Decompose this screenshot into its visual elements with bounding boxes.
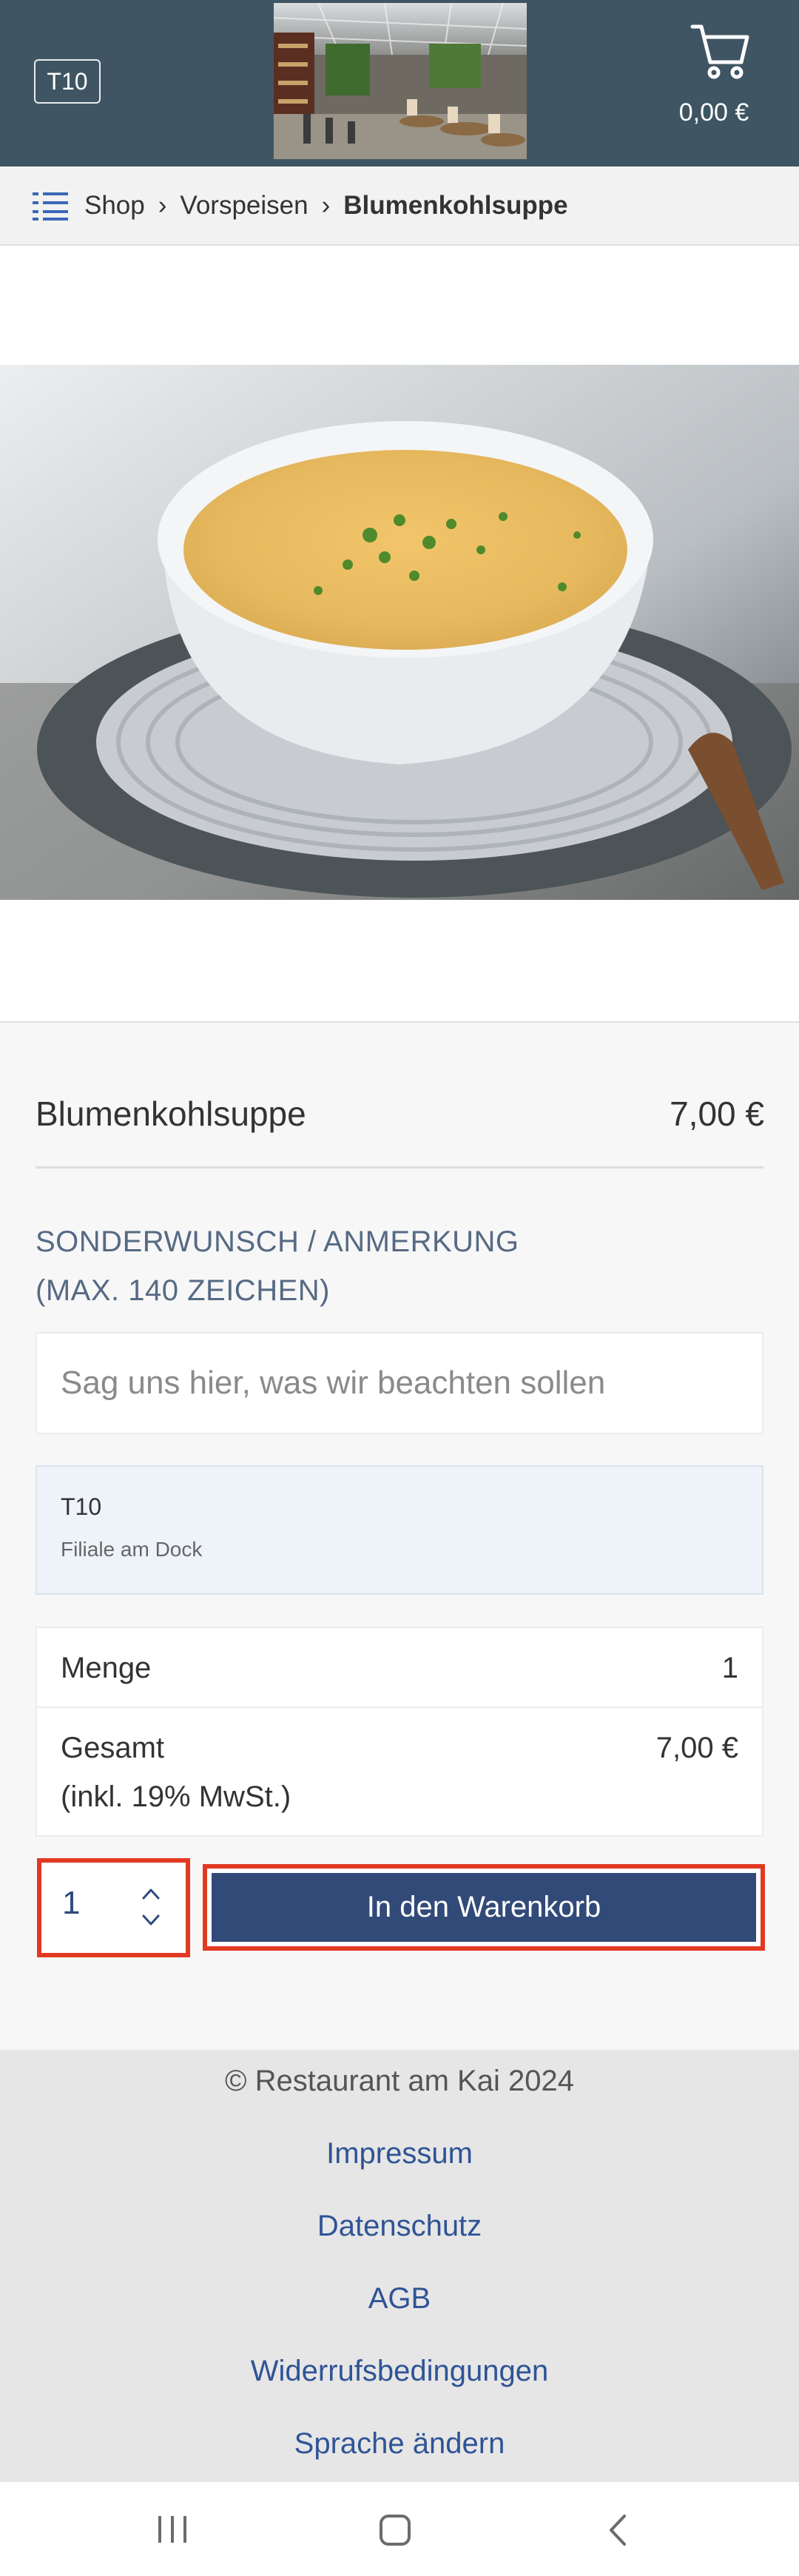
order-summary: Menge 1 Gesamt (inkl. 19% MwSt.) 7,00 € bbox=[36, 1627, 763, 1837]
total-tax-note: (inkl. 19% MwSt.) bbox=[61, 1780, 291, 1813]
branch-table: T10 bbox=[61, 1493, 102, 1520]
add-to-cart-button[interactable]: In den Warenkorb bbox=[203, 1864, 765, 1951]
shopping-cart-icon bbox=[690, 24, 749, 79]
table-badge[interactable]: T10 bbox=[34, 59, 101, 104]
footer-copyright: © Restaurant am Kai 2024 bbox=[225, 2065, 574, 2097]
footer bbox=[0, 2050, 799, 2482]
chevron-up-icon[interactable] bbox=[140, 1885, 162, 1903]
total-value: 7,00 € bbox=[655, 1732, 738, 1764]
note-label-line1: SONDERWUNSCH / ANMERKUNG bbox=[36, 1225, 519, 1258]
note-label: SONDERWUNSCH / ANMERKUNG (MAX. 140 ZEICH… bbox=[36, 1217, 763, 1315]
product-name: Blumenkohlsuppe bbox=[36, 1094, 306, 1133]
list-menu-icon[interactable] bbox=[33, 191, 68, 221]
breadcrumb: Shop › Vorspeisen › Blumenkohlsuppe bbox=[0, 167, 799, 246]
branch-info: T10 Filiale am Dock bbox=[36, 1465, 763, 1595]
breadcrumb-current: Blumenkohlsuppe bbox=[343, 190, 568, 220]
cart-button[interactable]: 0,00 € bbox=[666, 21, 762, 139]
breadcrumb-shop[interactable]: Shop bbox=[84, 191, 145, 221]
quantity-stepper[interactable]: 1 bbox=[37, 1858, 190, 1957]
header-bar: T10 0,00 € bbox=[0, 0, 799, 167]
footer-link-datenschutz[interactable]: Datenschutz bbox=[0, 2210, 799, 2243]
product-price: 7,00 € bbox=[670, 1094, 764, 1133]
system-nav-bar bbox=[0, 2482, 799, 2576]
quantity-label: Menge bbox=[61, 1652, 152, 1684]
footer-link-impressum[interactable]: Impressum bbox=[0, 2137, 799, 2170]
branch-name: Filiale am Dock bbox=[61, 1538, 203, 1561]
divider bbox=[36, 1166, 763, 1168]
special-request-input[interactable] bbox=[36, 1332, 763, 1434]
footer-link-language[interactable]: Sprache ändern bbox=[0, 2427, 799, 2461]
breadcrumb-separator: › bbox=[158, 190, 167, 220]
total-label: Gesamt bbox=[61, 1732, 165, 1764]
footer-link-widerruf[interactable]: Widerrufsbedingungen bbox=[0, 2355, 799, 2388]
quantity-stepper-value[interactable]: 1 bbox=[62, 1885, 80, 1922]
quantity-value: 1 bbox=[721, 1652, 738, 1684]
chevron-down-icon[interactable] bbox=[140, 1911, 162, 1929]
breadcrumb-separator: › bbox=[321, 190, 331, 220]
home-icon[interactable] bbox=[380, 2515, 411, 2546]
cart-total: 0,00 € bbox=[678, 98, 749, 127]
add-to-cart-label: In den Warenkorb bbox=[212, 1873, 756, 1942]
back-icon[interactable] bbox=[607, 2513, 629, 2547]
recent-apps-icon[interactable] bbox=[157, 2516, 188, 2543]
product-image bbox=[0, 365, 799, 900]
quantity-row: Menge 1 bbox=[37, 1628, 762, 1708]
footer-link-agb[interactable]: AGB bbox=[0, 2282, 799, 2316]
note-label-line2: (MAX. 140 ZEICHEN) bbox=[36, 1274, 330, 1307]
breadcrumb-category[interactable]: Vorspeisen bbox=[180, 191, 308, 221]
restaurant-logo-image[interactable] bbox=[274, 3, 527, 159]
